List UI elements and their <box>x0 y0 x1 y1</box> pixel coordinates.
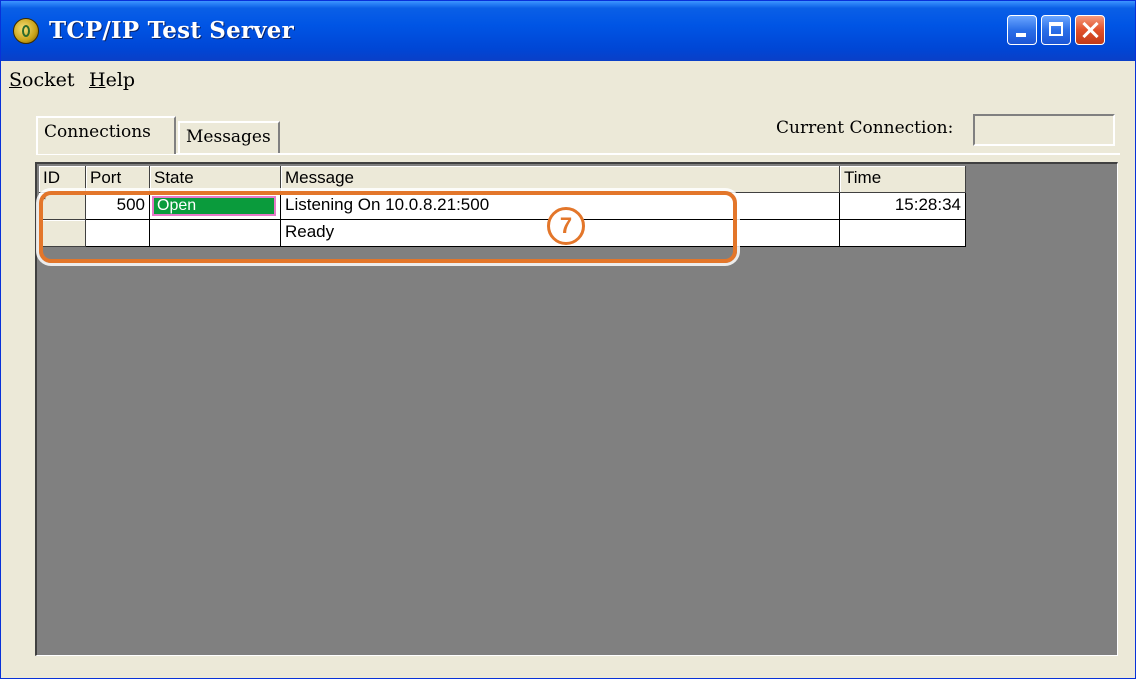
menu-help-label: elp <box>105 69 136 91</box>
cell-port[interactable]: 500 <box>86 193 150 220</box>
connections-table: ID Port State Message Time * 500 Open Li… <box>39 166 966 247</box>
app-globe-icon[interactable] <box>13 18 39 44</box>
tab-connections[interactable]: Connections <box>36 116 176 154</box>
header-id[interactable]: ID <box>39 166 86 193</box>
minimize-button[interactable] <box>1007 15 1037 45</box>
current-connection-field[interactable] <box>973 114 1115 146</box>
menu-help[interactable]: Help <box>89 69 135 91</box>
tab-divider <box>36 153 1120 155</box>
current-connection-label: Current Connection: <box>776 118 954 138</box>
current-row-marker: * <box>42 194 47 206</box>
cell-state[interactable]: Open <box>150 193 281 220</box>
menu-socket-label: ocket <box>22 69 75 91</box>
table-row[interactable]: Ready <box>39 220 966 247</box>
header-message[interactable]: Message <box>281 166 840 193</box>
window-title: TCP/IP Test Server <box>49 17 294 44</box>
row-indicator[interactable] <box>39 220 86 247</box>
header-state[interactable]: State <box>150 166 281 193</box>
table-header: ID Port State Message Time <box>39 166 966 193</box>
cell-time[interactable]: 15:28:34 <box>840 193 966 220</box>
cell-state[interactable] <box>150 220 281 247</box>
maximize-button[interactable] <box>1041 15 1071 45</box>
row-indicator[interactable]: * <box>39 193 86 220</box>
annotation-callout-number: 7 <box>547 207 585 245</box>
title-bar[interactable]: TCP/IP Test Server <box>1 1 1135 61</box>
menu-socket-mnemonic: S <box>9 69 23 91</box>
tab-messages[interactable]: Messages <box>178 121 280 153</box>
menu-help-mnemonic: H <box>89 69 106 91</box>
cell-port[interactable] <box>86 220 150 247</box>
main-window: TCP/IP Test Server Socket Help Connectio… <box>0 0 1136 679</box>
table-row[interactable]: * 500 Open Listening On 10.0.8.21:500 15… <box>39 193 966 220</box>
state-open-badge: Open <box>152 196 276 216</box>
cell-time[interactable] <box>840 220 966 247</box>
close-button[interactable] <box>1075 15 1105 45</box>
header-time[interactable]: Time <box>840 166 966 193</box>
menu-bar: Socket Help <box>1 63 1135 97</box>
menu-socket[interactable]: Socket <box>9 69 75 91</box>
header-port[interactable]: Port <box>86 166 150 193</box>
